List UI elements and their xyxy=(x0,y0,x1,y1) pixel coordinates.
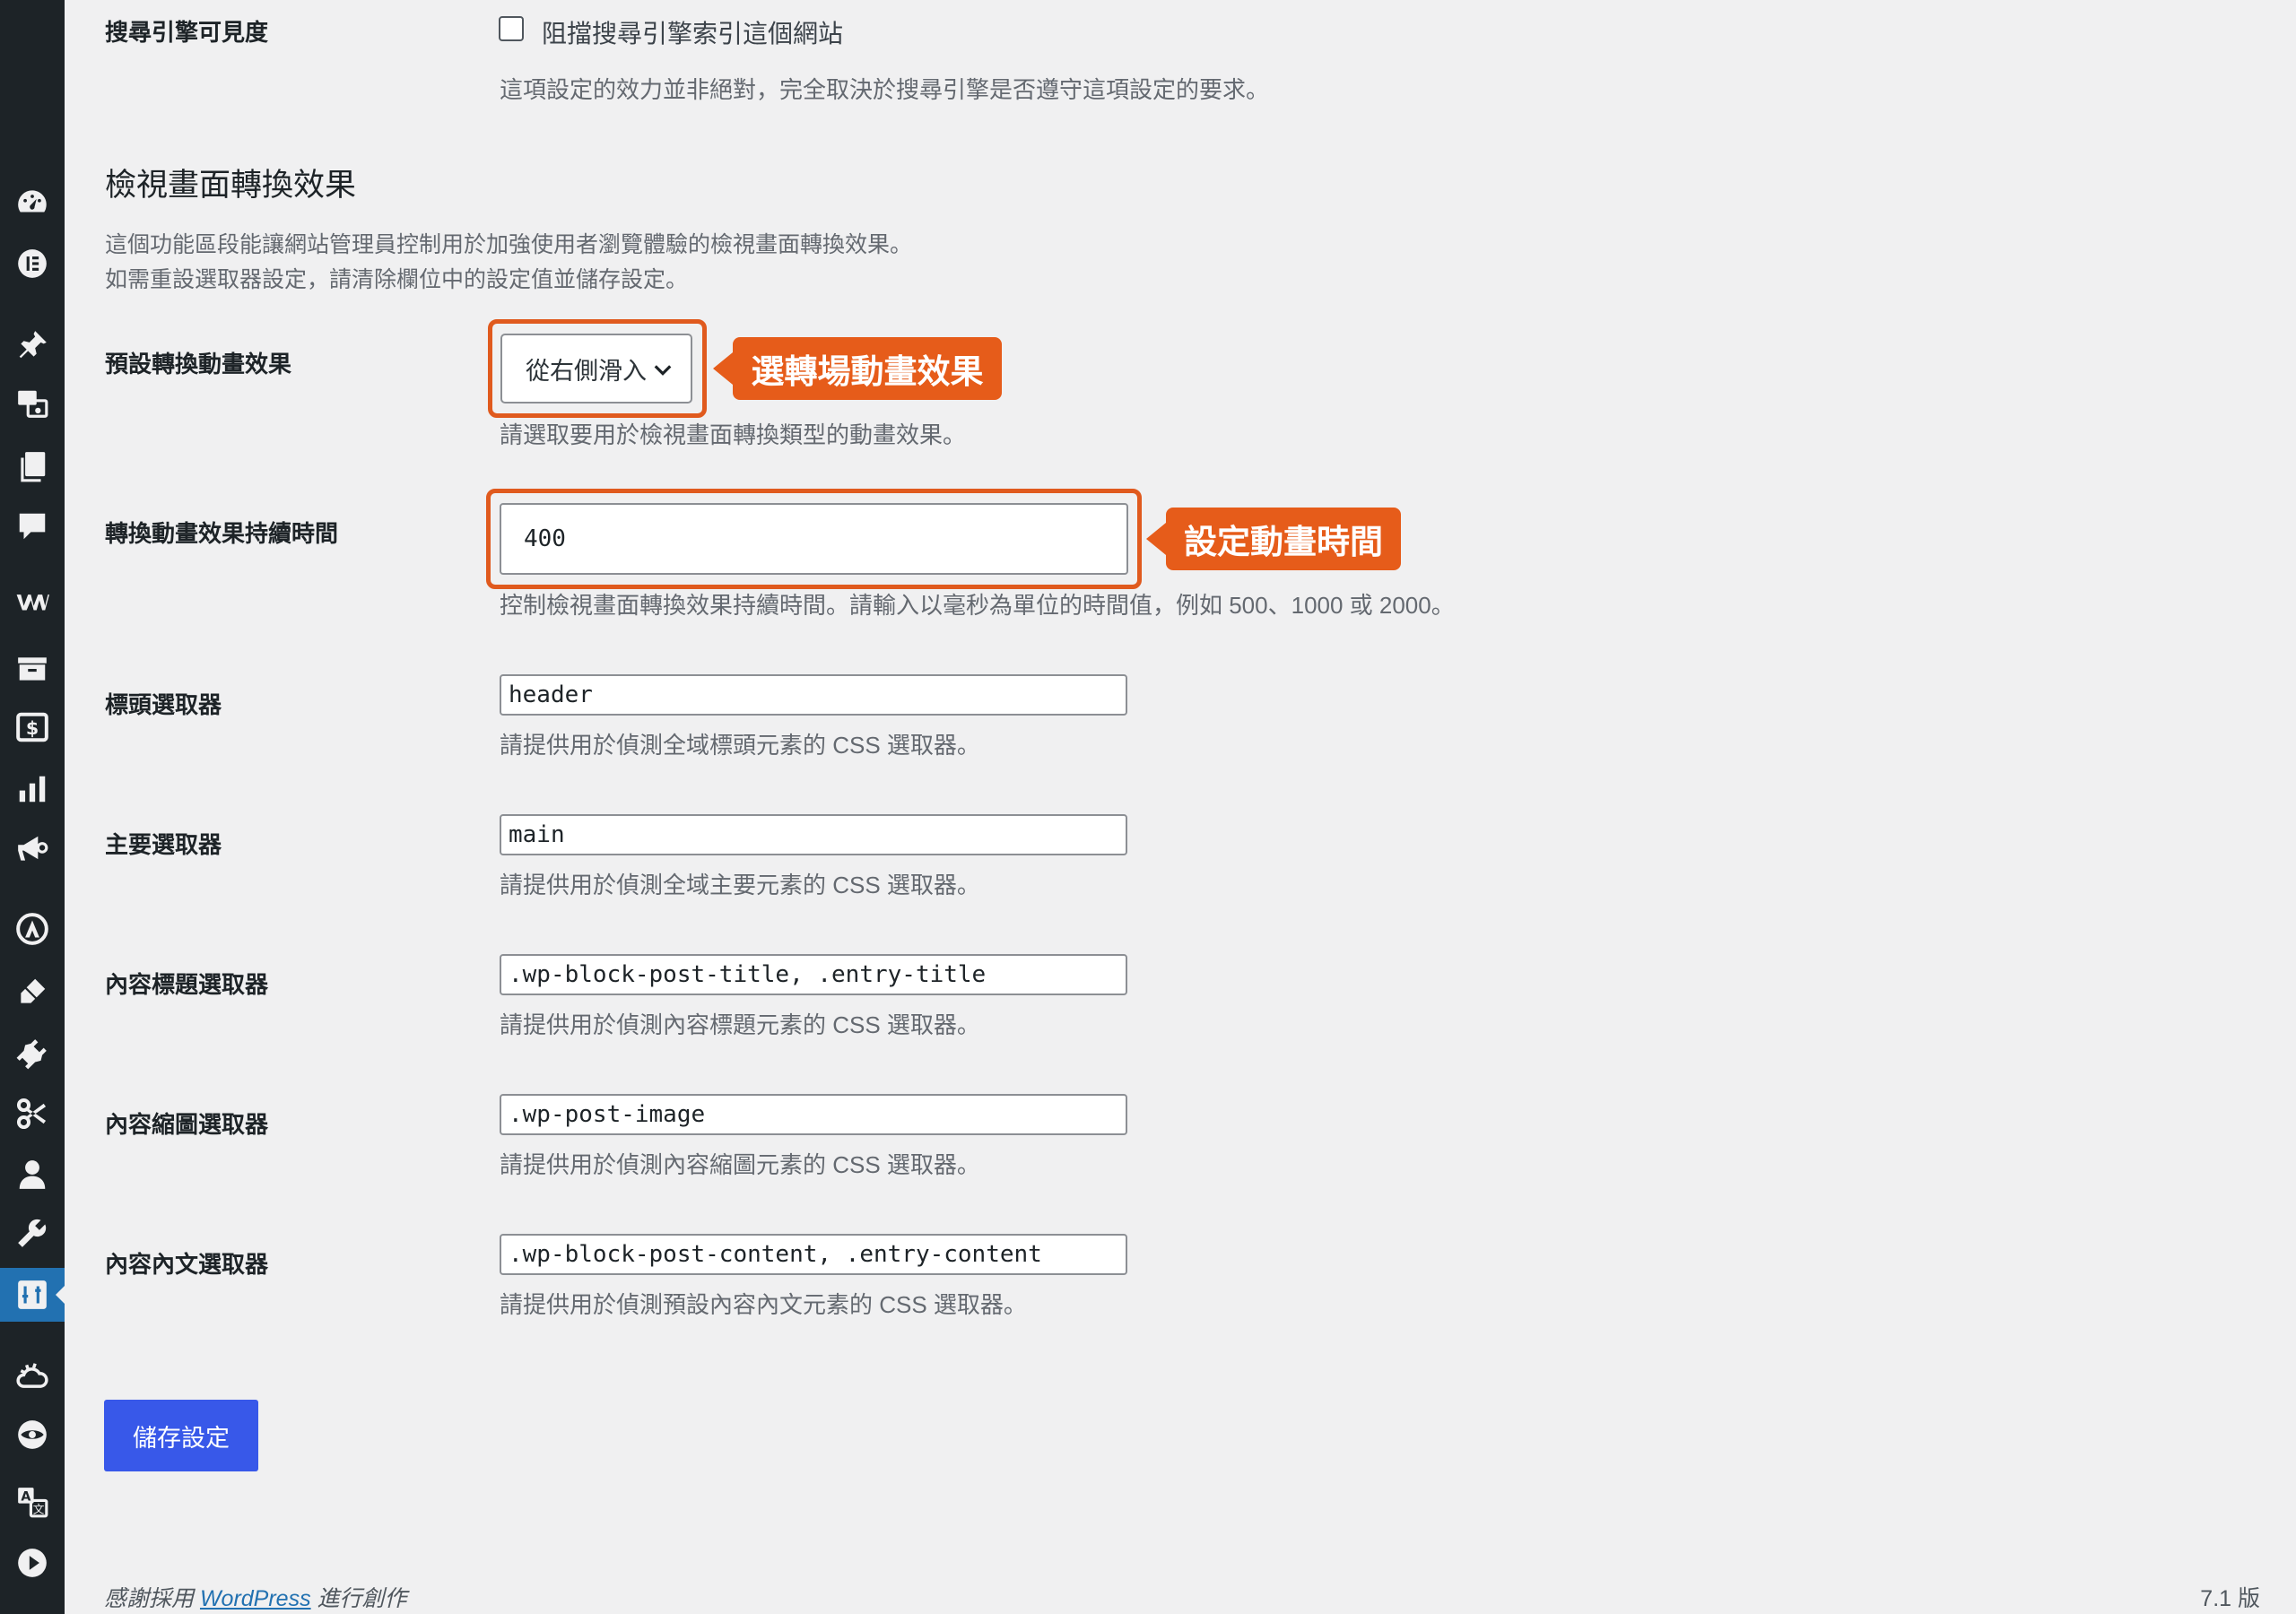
content-body-selector-input[interactable]: .wp-block-post-content, .entry-content xyxy=(500,1234,1127,1275)
pin-icon[interactable] xyxy=(0,318,65,372)
animation-callout: 選轉場動畫效果 xyxy=(713,337,1002,400)
header-selector-description: 請提供用於偵測全域標頭元素的 CSS 選取器。 xyxy=(500,732,980,759)
chevron-down-icon xyxy=(654,365,672,376)
content-body-selector-label: 內容內文選取器 xyxy=(105,1251,269,1278)
main-selector-input[interactable]: main xyxy=(500,814,1127,855)
footer-thanks-suffix: 進行創作 xyxy=(310,1586,407,1611)
users-icon[interactable] xyxy=(0,1148,65,1202)
content-title-selector-description: 請提供用於偵測內容標題元素的 CSS 選取器。 xyxy=(500,1011,980,1038)
appearance-icon[interactable] xyxy=(0,965,65,1019)
search-visibility-description: 這項設定的效力並非絕對，完全取決於搜尋引擎是否遵守這項設定的要求。 xyxy=(500,76,1270,103)
content-body-selector-description: 請提供用於偵測預設內容內文元素的 CSS 選取器。 xyxy=(500,1291,1027,1318)
section-description-line1: 這個功能區段能讓網站管理員控制用於加強使用者瀏覽體驗的檢視畫面轉換效果。 xyxy=(105,232,913,257)
admin-sidebar: $ A文 xyxy=(0,0,65,1614)
footer-thanks-prefix: 感謝採用 xyxy=(104,1586,200,1611)
save-settings-button[interactable]: 儲存設定 xyxy=(104,1400,258,1471)
analytics-icon[interactable] xyxy=(0,762,65,816)
translate-icon[interactable]: A文 xyxy=(0,1475,65,1529)
media-icon[interactable] xyxy=(0,377,65,430)
cloud-icon[interactable] xyxy=(0,1349,65,1403)
section-title: 檢視畫面轉換效果 xyxy=(105,168,357,203)
eye-icon[interactable] xyxy=(0,1408,65,1462)
search-visibility-label: 搜尋引擎可見度 xyxy=(105,19,269,46)
marketing-icon[interactable] xyxy=(0,822,65,876)
header-selector-input[interactable]: header xyxy=(500,674,1127,716)
animation-select-value: 從右側滑入 xyxy=(526,357,647,385)
block-search-engines-label[interactable]: 阻擋搜尋引擎索引這個網站 xyxy=(542,14,843,50)
pages-icon[interactable] xyxy=(0,439,65,493)
duration-label: 轉換動畫效果持續時間 xyxy=(105,520,339,547)
dashboard-icon[interactable] xyxy=(0,175,65,229)
footer-thanks: 感謝採用 WordPress 進行創作 xyxy=(104,1581,407,1613)
thumbnail-selector-label: 內容縮圖選取器 xyxy=(105,1111,269,1138)
svg-text:$: $ xyxy=(26,717,39,739)
footer-version: 7.1 版 xyxy=(2200,1586,2260,1611)
content-title-selector-input[interactable]: .wp-block-post-title, .entry-title xyxy=(500,954,1127,995)
animation-description: 請選取要用於檢視畫面轉換類型的動畫效果。 xyxy=(500,421,967,448)
settings-content: 搜尋引擎可見度 阻擋搜尋引擎索引這個網站 這項設定的效力並非絕對，完全取決於搜尋… xyxy=(65,0,2296,1614)
tools-icon[interactable] xyxy=(0,1206,65,1260)
duration-description: 控制檢視畫面轉換效果持續時間。請輸入以毫秒為單位的時間值，例如 500、1000… xyxy=(500,592,1455,619)
animation-select[interactable]: 從右側滑入 xyxy=(500,334,692,404)
thumbnail-selector-input[interactable]: .wp-post-image xyxy=(500,1094,1127,1135)
main-selector-label: 主要選取器 xyxy=(105,831,222,858)
main-selector-description: 請提供用於偵測全域主要元素的 CSS 選取器。 xyxy=(500,872,980,898)
svg-text:A: A xyxy=(21,1489,30,1504)
duration-input[interactable]: 400 xyxy=(500,503,1128,575)
plugins-icon[interactable] xyxy=(0,1027,65,1080)
woocommerce-icon[interactable] xyxy=(0,575,65,629)
animation-label: 預設轉換動畫效果 xyxy=(105,351,292,377)
archive-icon[interactable] xyxy=(0,642,65,696)
play-icon[interactable] xyxy=(0,1536,65,1590)
block-search-engines-checkbox[interactable] xyxy=(499,16,524,41)
scissors-icon[interactable] xyxy=(0,1087,65,1141)
payments-icon[interactable]: $ xyxy=(0,700,65,754)
content-title-selector-label: 內容標題選取器 xyxy=(105,971,269,998)
header-selector-label: 標頭選取器 xyxy=(105,691,222,718)
settings-icon[interactable] xyxy=(0,1268,65,1322)
comments-icon[interactable] xyxy=(0,499,65,553)
wordpress-link[interactable]: WordPress xyxy=(200,1586,311,1611)
elementor-icon[interactable] xyxy=(0,237,65,291)
astra-icon[interactable] xyxy=(0,902,65,956)
thumbnail-selector-description: 請提供用於偵測內容縮圖元素的 CSS 選取器。 xyxy=(500,1151,980,1178)
section-description-line2: 如需重設選取器設定，請清除欄位中的設定值並儲存設定。 xyxy=(105,267,689,292)
svg-text:文: 文 xyxy=(33,1503,45,1516)
duration-callout: 設定動畫時間 xyxy=(1146,508,1401,570)
